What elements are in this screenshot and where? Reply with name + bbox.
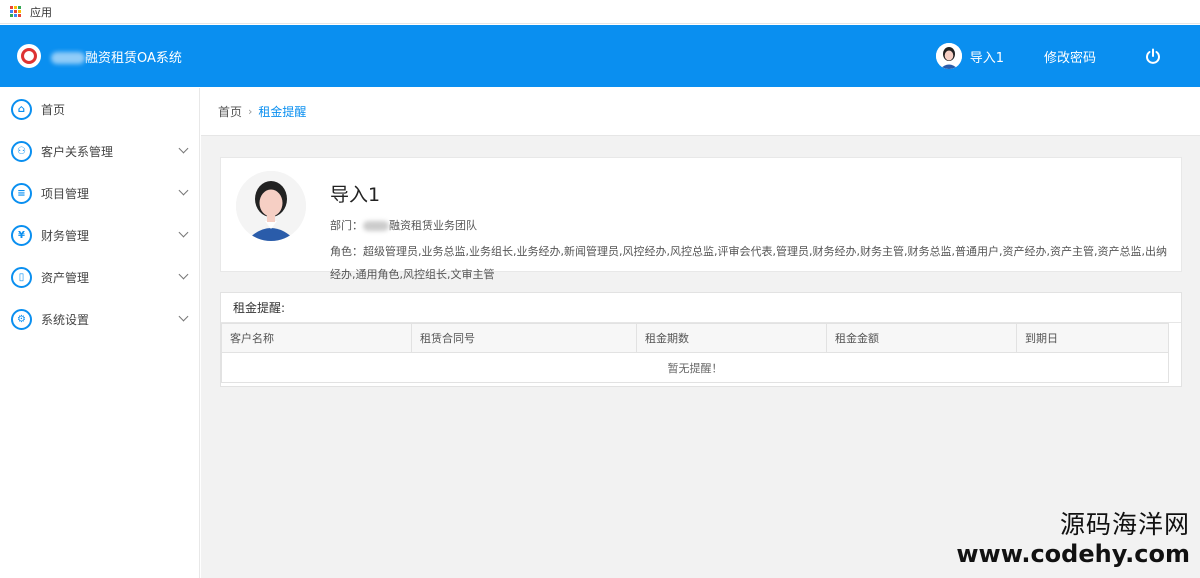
chevron-down-icon	[178, 311, 189, 322]
column-header-period: 租金期数	[636, 323, 827, 353]
profile-card: 导入1 部门： 融资租赁业务团队 角色：超级管理员,业务总监,业务组长,业务经办,…	[220, 157, 1182, 281]
column-header-amount: 租金金额	[826, 323, 1017, 353]
column-header-contract: 租赁合同号	[411, 323, 637, 353]
chevron-down-icon	[178, 185, 189, 196]
chevron-down-icon	[178, 269, 189, 280]
sidebar-item-label: 首页	[41, 102, 66, 117]
rent-reminder-table: 客户名称 租赁合同号 租金期数 租金金额 到期日 暂无提醒！	[221, 323, 1169, 383]
home-icon: ⌂	[11, 98, 32, 120]
sidebar-item-crm[interactable]: ⚇ 客户关系管理	[0, 130, 199, 172]
top-header: 融资租赁OA系统 导入1 修改密码	[0, 25, 1200, 87]
table-row: 暂无提醒！	[221, 352, 1169, 383]
breadcrumb-separator: ›	[248, 105, 253, 118]
user-name[interactable]: 导入1	[970, 47, 1004, 66]
sidebar-item-label: 项目管理	[41, 186, 90, 201]
users-icon: ⚇	[11, 140, 32, 162]
sidebar-item-label: 客户关系管理	[41, 144, 114, 159]
column-header-due-date: 到期日	[1016, 323, 1169, 353]
gear-icon: ⚙	[11, 308, 32, 330]
list-icon: ≡	[11, 182, 32, 204]
panel-title: 租金提醒:	[221, 293, 1181, 323]
company-logo-icon	[17, 44, 41, 68]
rent-reminder-panel: 租金提醒: 客户名称 租赁合同号 租金期数 租金金额 到期日 暂无提醒！	[220, 292, 1182, 387]
power-icon[interactable]	[1144, 47, 1162, 65]
breadcrumb-current: 租金提醒	[258, 105, 307, 119]
apps-label[interactable]: 应用	[30, 4, 52, 20]
avatar	[236, 171, 306, 241]
user-menu[interactable]: 导入1	[935, 43, 1004, 69]
sidebar-item-settings[interactable]: ⚙ 系统设置	[0, 298, 199, 340]
breadcrumb: 首页 › 租金提醒	[201, 88, 1200, 136]
empty-state-text: 暂无提醒！	[221, 352, 1169, 383]
sidebar-item-finance[interactable]: ¥ 财务管理	[0, 214, 199, 256]
yen-icon: ¥	[11, 224, 32, 246]
avatar	[935, 43, 962, 69]
chevron-down-icon	[178, 227, 189, 238]
app-title: 融资租赁OA系统	[51, 47, 182, 66]
redacted-text	[363, 221, 389, 231]
sidebar-item-label: 资产管理	[41, 270, 90, 285]
profile-department: 部门： 融资租赁业务团队	[330, 219, 477, 232]
sidebar-item-projects[interactable]: ≡ 项目管理	[0, 172, 199, 214]
watermark: 源码海洋网 www.codehy.com	[956, 510, 1190, 568]
sidebar-item-label: 财务管理	[41, 228, 90, 243]
sidebar: ⌂ 首页 ⚇ 客户关系管理 ≡ 项目管理 ¥ 财务管理 ▯ 资产管理 ⚙ 系统设…	[0, 88, 200, 578]
watermark-url: www.codehy.com	[956, 540, 1190, 568]
sidebar-item-home[interactable]: ⌂ 首页	[0, 88, 199, 130]
sidebar-item-assets[interactable]: ▯ 资产管理	[0, 256, 199, 298]
apps-grid-icon[interactable]	[10, 5, 22, 18]
redacted-text	[51, 52, 85, 64]
watermark-cn: 源码海洋网	[1059, 510, 1190, 539]
profile-name: 导入1	[330, 184, 381, 206]
profile-roles: 角色：超级管理员,业务总监,业务组长,业务经办,新闻管理员,风控经办,风控总监,…	[330, 245, 1167, 281]
column-header-customer: 客户名称	[221, 323, 412, 353]
bookmarks-bar: 应用	[0, 0, 1200, 24]
chevron-down-icon	[178, 143, 189, 154]
breadcrumb-home-link[interactable]: 首页	[218, 103, 242, 120]
document-icon: ▯	[11, 266, 32, 288]
change-password-link[interactable]: 修改密码	[1044, 47, 1096, 66]
main-content: 首页 › 租金提醒 导入1 部门： 融资租赁业务团队 角色：超级管理员,业务总监,…	[201, 88, 1200, 578]
sidebar-item-label: 系统设置	[41, 312, 90, 327]
table-header-row: 客户名称 租赁合同号 租金期数 租金金额 到期日	[221, 323, 1169, 353]
